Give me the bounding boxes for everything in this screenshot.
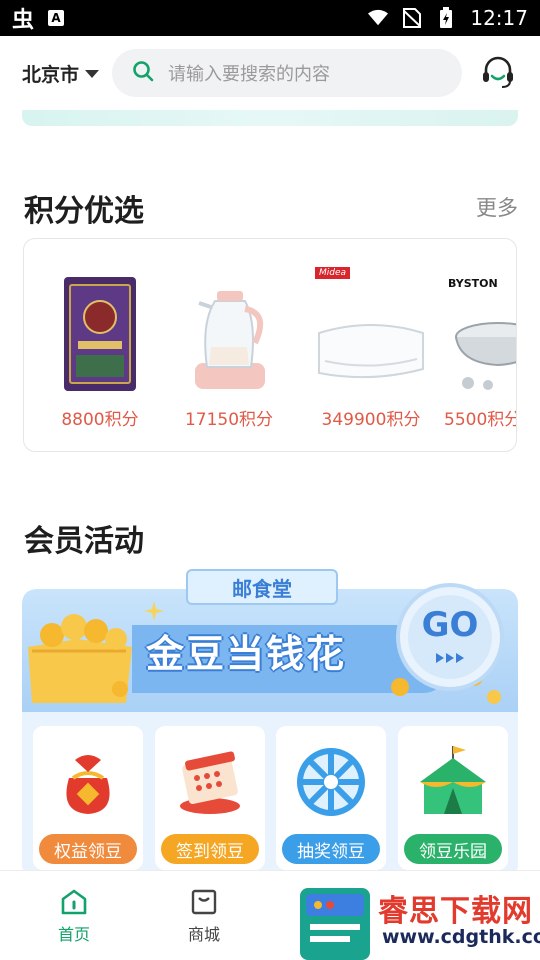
nav-label: 首页 (57, 925, 90, 944)
points-section-title: 积分优选 (24, 194, 144, 229)
rice-bag-image (35, 269, 165, 393)
activity-label: 签到领豆 (161, 834, 259, 864)
no-sim-icon (402, 8, 422, 28)
pot-image: BYSTON (444, 269, 516, 393)
wifi-icon (368, 8, 389, 28)
product-card[interactable]: 8800积分 (35, 269, 165, 439)
product-price: 17150积分 (184, 410, 274, 430)
product-price: 349900积分 (321, 410, 421, 430)
clock: 12:17 (470, 6, 528, 30)
banner-headline: 金豆当钱花 (146, 632, 347, 676)
product-card[interactable]: BYSTON 5500积分 (444, 269, 517, 439)
air-conditioner-image: Midea (301, 267, 441, 393)
banner-carousel-edge[interactable] (22, 110, 518, 126)
activity-card-rights[interactable]: 权益领豆 (33, 726, 143, 870)
city-label: 北京市 (22, 63, 80, 86)
activities-section-title: 会员活动 (24, 524, 144, 559)
brand-logo: Midea (315, 267, 351, 279)
lucky-bag-icon (49, 742, 127, 820)
activity-label: 权益领豆 (39, 834, 137, 864)
prize-wheel-icon (292, 742, 370, 820)
tent-icon (414, 742, 492, 820)
activity-banner[interactable]: 邮食堂 金豆当钱花 GO (22, 565, 518, 715)
search-icon (132, 60, 154, 86)
top-bar: 北京市 请输入要搜索的内容 (0, 36, 540, 110)
city-selector[interactable]: 北京市 (22, 60, 112, 87)
banner-tag: 邮食堂 (186, 569, 338, 605)
brand-logo: BYSTON (448, 277, 498, 290)
go-button[interactable]: GO (418, 605, 482, 645)
status-bar: 虫 A 12:17 (0, 0, 540, 36)
search-input[interactable]: 请输入要搜索的内容 (168, 60, 330, 86)
kettle-image (164, 269, 294, 393)
battery-charging-icon (436, 7, 456, 28)
activity-card-checkin[interactable]: 签到领豆 (155, 726, 265, 870)
activity-label: 领豆乐园 (404, 834, 502, 864)
dropdown-arrow-icon (85, 70, 100, 78)
nav-home[interactable]: 首页 (34, 883, 114, 945)
points-products-carousel[interactable]: 8800积分 17150积分 Midea 349900积分 BYSTON 550… (23, 238, 517, 452)
activity-card-lottery[interactable]: 抽奖领豆 (276, 726, 386, 870)
search-bar[interactable]: 请输入要搜索的内容 (112, 49, 462, 97)
nav-mall[interactable]: 商城 (164, 883, 244, 945)
product-price: 5500积分 (444, 410, 517, 430)
product-card[interactable]: 17150积分 (164, 269, 294, 439)
activity-label: 抽奖领豆 (282, 834, 380, 864)
calendar-icon (171, 742, 249, 820)
product-price: 8800积分 (61, 410, 139, 430)
font-notification-icon: A (48, 10, 65, 26)
customer-service-icon[interactable] (478, 53, 518, 93)
watermark-title: 睿思下载网 (378, 894, 533, 929)
app-notification-icon: 虫 (12, 8, 35, 33)
nav-label: 商城 (187, 925, 220, 944)
home-icon (34, 883, 114, 921)
product-card[interactable]: Midea 349900积分 (301, 267, 441, 439)
watermark-url: www.cdgthk.com (382, 926, 540, 948)
mall-icon (164, 883, 244, 921)
activity-card-park[interactable]: 领豆乐园 (398, 726, 508, 870)
more-link[interactable]: 更多 (476, 192, 518, 222)
watermark-logo: 睿思下载网 www.cdgthk.com (296, 880, 540, 960)
